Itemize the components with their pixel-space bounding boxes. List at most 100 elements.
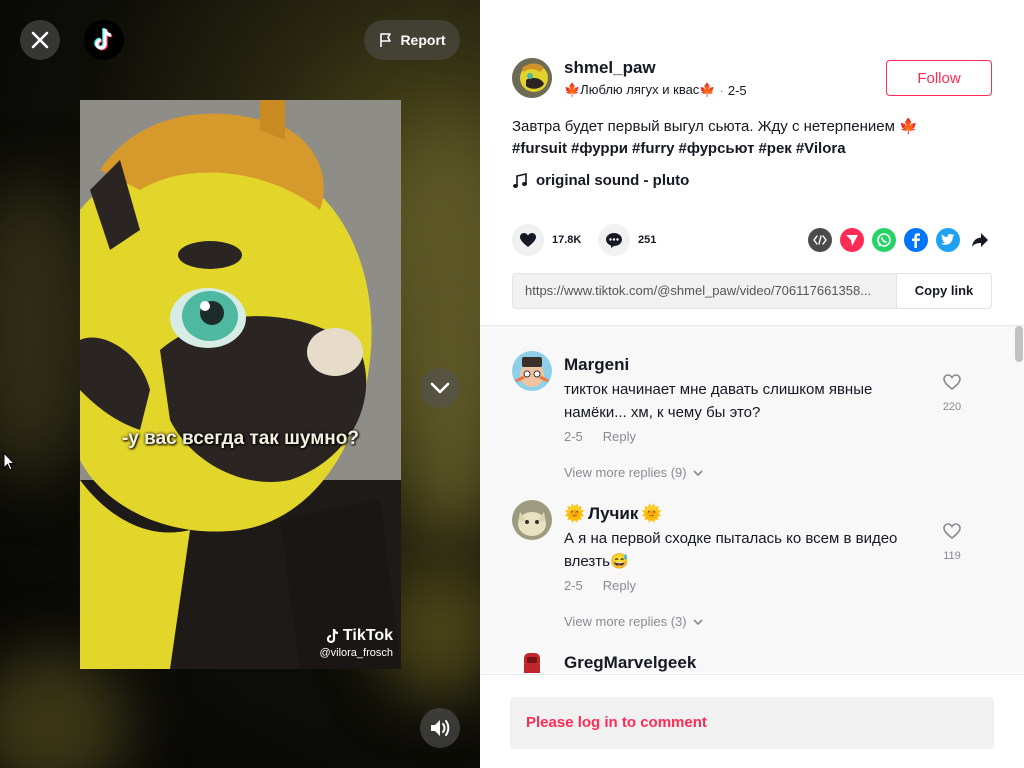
embed-button[interactable] [808,228,832,252]
hashtag-link[interactable]: #furry [632,140,675,157]
comment-like-button[interactable] [940,373,964,396]
heart-icon [520,233,536,247]
comment-text: А я на первой сходке пыталась ко всем в … [564,530,898,570]
video-player[interactable]: -у вас всегда так шумно? TikTok @vilora_… [80,100,401,669]
reply-button[interactable]: Reply [603,429,636,444]
flag-icon [380,33,392,47]
comment-date: 2-5 [564,429,583,444]
reply-button[interactable]: Reply [603,578,636,593]
mouse-cursor-icon [3,452,15,471]
login-to-comment-button[interactable]: Please log in to comment [510,697,994,749]
more-share-button[interactable] [968,228,992,252]
view-more-replies[interactable]: View more replies (3) [564,614,703,629]
send-icon [846,235,858,246]
whatsapp-share-button[interactable] [872,228,896,252]
facebook-share-button[interactable] [904,228,928,252]
follow-button[interactable]: Follow [886,60,992,96]
twitter-share-button[interactable] [936,228,960,252]
close-icon [31,31,49,49]
comments-scrollbar[interactable] [1015,326,1023,362]
hashtag-list: #fursuit #фурри #furry #фурсьют #рек #Vilora [512,138,982,160]
comment-like-count: 220 [942,401,962,413]
facebook-icon [912,233,920,248]
view-more-replies-label: View more replies (3) [564,614,687,629]
commenter-username[interactable]: 🌞 Лучик 🌞 [564,504,663,524]
comment-meta: 2-5 Reply [564,429,636,444]
view-more-replies[interactable]: View more replies (9) [564,465,703,480]
whatsapp-icon [877,233,891,247]
watermark-brand: TikTok [342,627,393,644]
hashtag-link[interactable]: #фурсьют [679,140,755,157]
comment-item: GregMarvelgeek [512,649,992,673]
like-count: 17.8K [552,234,582,246]
commenter-username[interactable]: GregMarvelgeek [564,653,696,673]
commenter-username-text: Лучик [588,504,639,523]
name-decoration: 🌞 [564,504,586,523]
video-pane: Report -у вас всегда так шумно? TikTok @… [0,0,480,768]
comment-stat: 251 [598,224,656,256]
tiktok-logo-icon [94,28,113,51]
embed-icon [813,235,827,245]
hashtag-link[interactable]: #fursuit [512,140,567,157]
like-button[interactable] [512,224,544,256]
commenter-username[interactable]: Margeni [564,355,629,375]
twitter-icon [941,234,955,245]
copy-link-button[interactable]: Copy link [896,274,991,308]
author-username[interactable]: shmel_paw [564,58,656,78]
comment-input-bar: Please log in to comment [480,674,1024,768]
separator-dot: · [719,82,724,98]
comment-like-button[interactable] [940,522,964,545]
post-date: 2-5 [727,82,747,98]
commenter-avatar[interactable] [512,649,552,673]
tiktok-note-icon [326,628,339,644]
video-frame-image [80,100,401,669]
sound-link[interactable]: original sound - pluto [512,172,689,189]
next-video-button[interactable] [420,368,460,408]
comment-button[interactable] [598,224,630,256]
share-icons [808,228,992,252]
close-button[interactable] [20,20,60,60]
commenter-avatar[interactable] [512,351,552,391]
hashtag-link[interactable]: #рек [758,140,791,157]
hashtag-link[interactable]: #фурри [571,140,628,157]
author-nickname: 🍁Люблю лягух и квас🍁 [564,82,716,97]
heart-outline-icon [943,374,961,391]
watermark-username: @vilora_frosch [319,647,393,659]
chevron-down-icon [693,469,703,476]
background-blur [390,120,480,540]
video-info-panel: shmel_paw 🍁Люблю лягух и квас🍁 · 2-5 Fol… [480,0,1024,768]
report-button[interactable]: Report [364,20,460,60]
comment-like-count: 119 [943,550,961,562]
comment-date: 2-5 [564,578,583,593]
commenter-avatar-image [512,351,552,391]
chevron-down-icon [693,618,703,625]
chevron-down-icon [430,382,450,394]
music-note-icon [513,172,527,188]
video-url[interactable]: https://www.tiktok.com/@shmel_paw/video/… [513,274,896,308]
copy-link-box: https://www.tiktok.com/@shmel_paw/video/… [512,273,992,309]
report-label: Report [400,32,446,48]
heart-outline-icon [943,523,961,540]
volume-button[interactable] [420,708,460,748]
video-caption: -у вас всегда так шумно? [121,428,359,449]
comment-meta: 2-5 Reply [564,578,636,593]
video-description: Завтра будет первый выгул сьюта. Жду с н… [512,116,982,160]
author-subtitle: 🍁Люблю лягух и квас🍁 · 2-5 [564,82,747,98]
author-avatar-image [512,58,552,98]
comments-list[interactable]: Margeni тикток начинает мне давать слишк… [480,325,1024,673]
commenter-avatar-image [512,649,552,673]
tiktok-logo-button[interactable] [84,20,124,60]
comment-text: тикток начинает мне давать слишком явные… [564,381,873,421]
name-decoration: 🌞 [641,504,663,523]
commenter-avatar-image [512,500,552,540]
sound-title: original sound - pluto [536,172,690,189]
view-more-replies-label: View more replies (9) [564,465,687,480]
hashtag-link[interactable]: #Vilora [796,140,846,157]
commenter-avatar[interactable] [512,500,552,540]
tiktok-watermark: TikTok @vilora_frosch [319,627,393,659]
send-to-friends-button[interactable] [840,228,864,252]
like-stat: 17.8K [512,224,581,256]
actions-row: 17.8K 251 [512,224,992,258]
author-avatar[interactable] [512,58,552,98]
speaker-icon [431,720,450,736]
